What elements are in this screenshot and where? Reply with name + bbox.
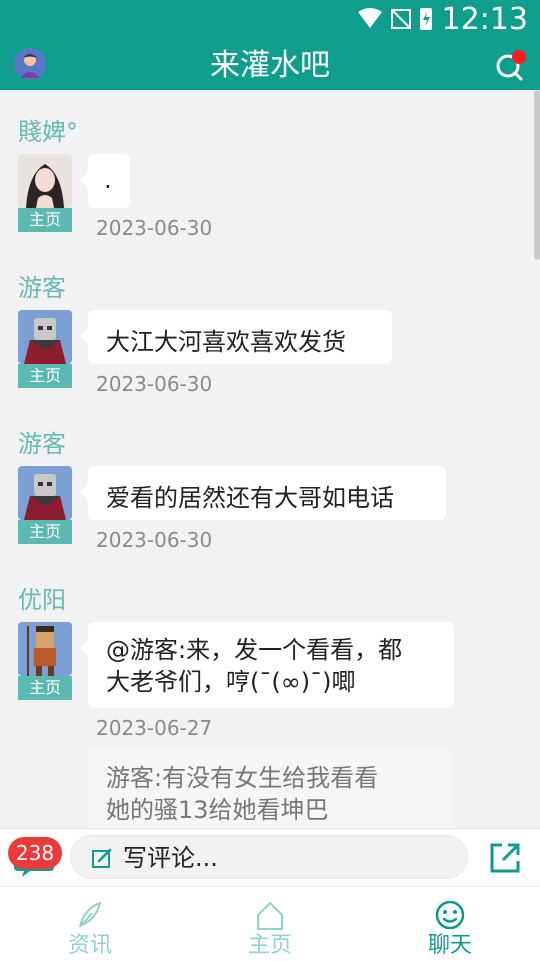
homepage-label: 主页 xyxy=(18,520,72,544)
tab-label: 聊天 xyxy=(427,933,472,958)
username[interactable]: 游客 xyxy=(18,268,66,303)
message-bubble[interactable]: 大江大河喜欢喜欢发货 xyxy=(80,310,392,364)
comment-input[interactable]: 写评论... xyxy=(70,835,468,879)
avatar-homepage[interactable]: 主页 xyxy=(18,154,72,232)
avatar xyxy=(18,622,72,676)
comment-count-badge: 238 xyxy=(8,837,62,869)
quoted-message[interactable]: 游客:有没有女生给我看看 她的骚13给她看坤巴 xyxy=(88,748,452,828)
avatar-homepage[interactable]: 主页 xyxy=(18,466,72,544)
app-bar: 来灌水吧 xyxy=(0,42,540,90)
bottom-tab-bar: 资讯 主页 聊天 xyxy=(0,886,540,961)
username[interactable]: 游客 xyxy=(18,424,66,459)
avatar xyxy=(18,466,72,520)
tab-label: 资讯 xyxy=(67,933,112,958)
quote-text-line: 她的骚13给她看坤巴 xyxy=(106,796,329,824)
avatar xyxy=(18,310,72,364)
status-bar: 12:13 xyxy=(0,0,540,42)
username[interactable]: 优阳 xyxy=(18,580,66,615)
chat-list[interactable]: 賤婢° 主页 . 2023-06-30 游客 主页 大江大河喜欢喜欢发货 202… xyxy=(0,90,540,828)
message-date: 2023-06-27 xyxy=(96,716,213,740)
page-title: 来灌水吧 xyxy=(210,48,330,83)
username[interactable]: 賤婢° xyxy=(18,112,78,147)
message-date: 2023-06-30 xyxy=(96,372,213,396)
comment-bar: 238 写评论... xyxy=(0,828,540,887)
edit-icon xyxy=(92,848,112,868)
search-button[interactable] xyxy=(494,50,526,82)
tab-label: 主页 xyxy=(247,933,292,958)
share-icon[interactable] xyxy=(488,841,522,875)
tab-chat[interactable]: 聊天 xyxy=(360,887,540,961)
message-text-line: 大老爷们，哼(¯(∞)¯)唧 xyxy=(106,668,356,696)
homepage-label: 主页 xyxy=(18,364,72,388)
status-time: 12:13 xyxy=(441,2,528,37)
message-text-line: @游客:来，发一个看看，都 xyxy=(106,636,403,664)
quote-text-line: 游客:有没有女生给我看看 xyxy=(106,764,379,792)
wifi-icon xyxy=(358,8,382,28)
avatar xyxy=(18,154,72,208)
homepage-label: 主页 xyxy=(18,676,72,700)
tab-news[interactable]: 资讯 xyxy=(0,887,180,961)
message-bubble[interactable]: 爱看的居然还有大哥如电话 xyxy=(80,466,446,520)
message-bubble[interactable]: @游客:来，发一个看看，都 大老爷们，哼(¯(∞)¯)唧 xyxy=(80,622,454,708)
homepage-label: 主页 xyxy=(18,208,72,232)
avatar-homepage[interactable]: 主页 xyxy=(18,310,72,388)
message-bubble[interactable]: . xyxy=(80,154,130,208)
comment-placeholder: 写评论... xyxy=(123,844,218,872)
message-date: 2023-06-30 xyxy=(96,216,213,240)
message-date: 2023-06-30 xyxy=(96,528,213,552)
status-icons xyxy=(358,8,432,30)
tab-home[interactable]: 主页 xyxy=(180,887,360,961)
scrollbar[interactable] xyxy=(534,90,540,260)
avatar-homepage[interactable]: 主页 xyxy=(18,622,72,700)
notification-dot xyxy=(512,50,526,64)
